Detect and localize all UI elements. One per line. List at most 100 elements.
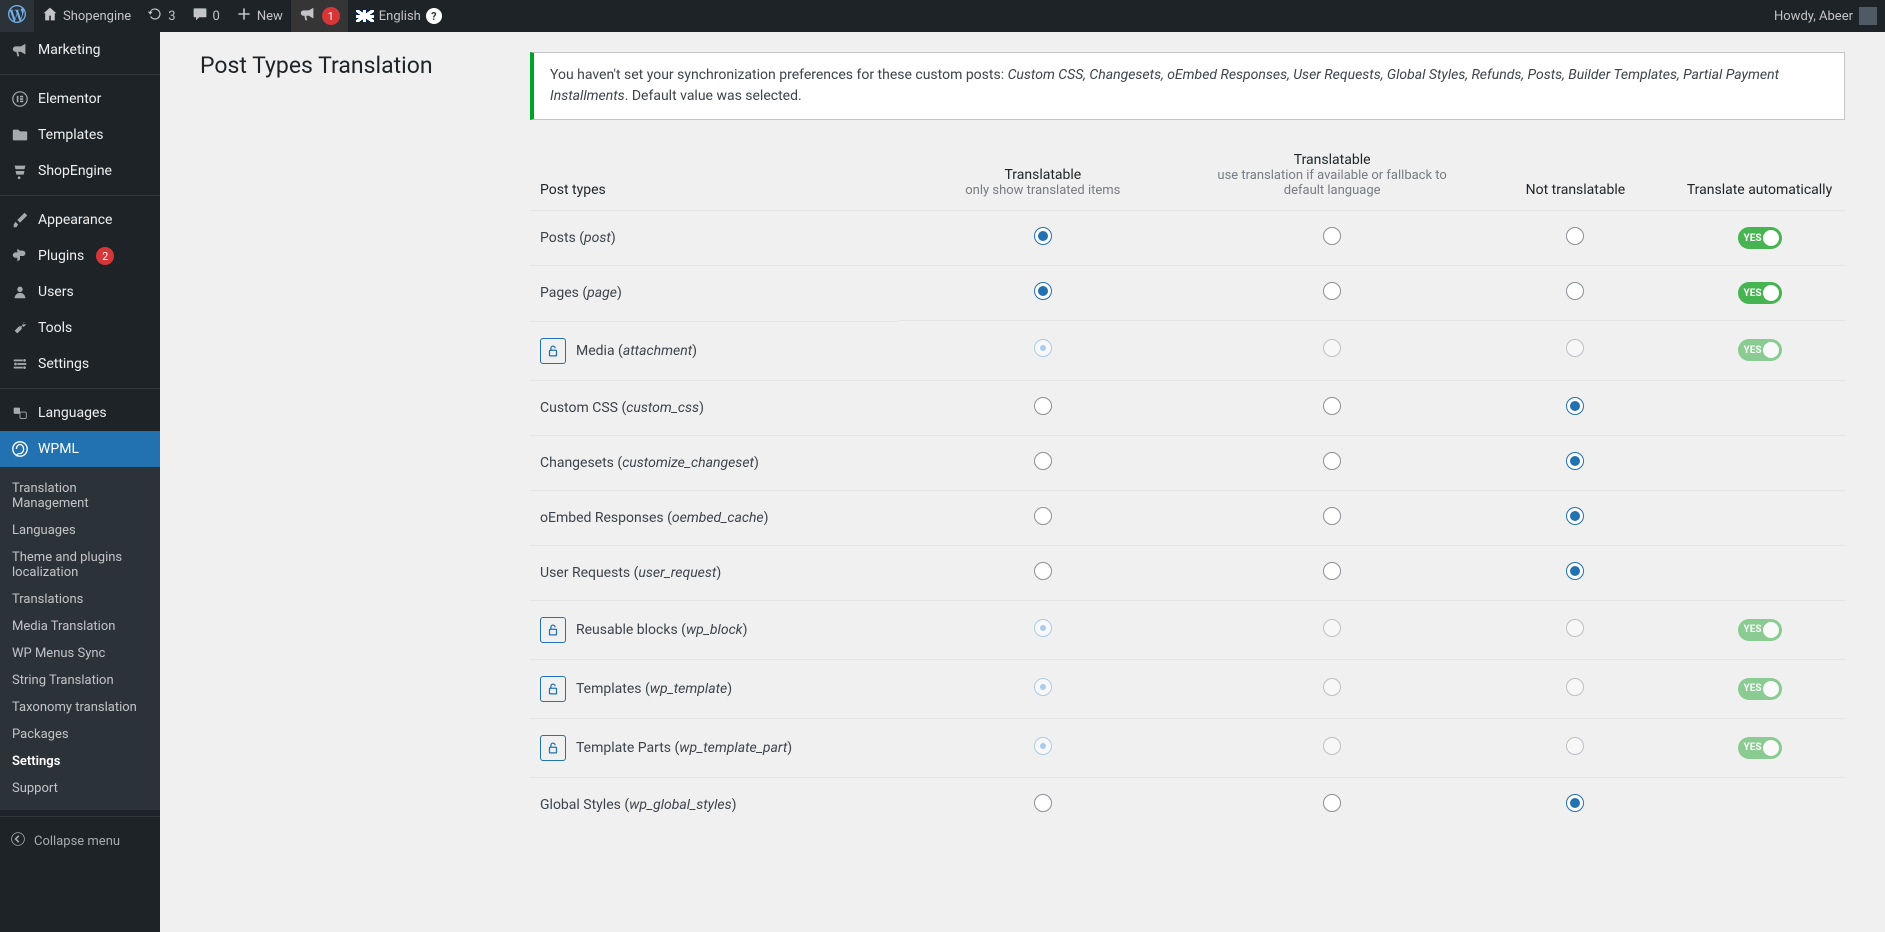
radio-translatable-only[interactable] [1034,452,1052,470]
radio-cell [1477,778,1674,833]
sidebar-item-plugins[interactable]: Plugins 2 [0,238,160,274]
radio-translatable-only[interactable] [1034,507,1052,525]
radio-cell [1187,718,1476,778]
new-content-link[interactable]: New [228,0,291,32]
radio-translatable-fallback[interactable] [1323,562,1341,580]
sidebar-item-shopengine[interactable]: ShopEngine [0,153,160,189]
avatar-icon [1859,7,1877,25]
radio-not-translatable[interactable] [1566,452,1584,470]
translate-auto-toggle: YES [1738,339,1782,361]
sidebar-label: Plugins [38,248,84,264]
radio-cell [1477,321,1674,381]
sidebar-item-tools[interactable]: Tools [0,310,160,346]
tools-icon [10,318,30,338]
notifications-link[interactable]: 1 [291,0,348,32]
sidebar-item-users[interactable]: Users [0,274,160,310]
site-name-link[interactable]: Shopengine [34,0,139,32]
wp-logo[interactable] [0,0,34,32]
translate-auto-toggle[interactable]: YES [1738,282,1782,304]
row-label: Templates (wp_template) [576,681,732,697]
submenu-wp-menus-sync[interactable]: WP Menus Sync [0,640,160,667]
toggle-cell: YES [1674,266,1845,321]
sidebar-item-templates[interactable]: Templates [0,117,160,153]
sidebar-item-elementor[interactable]: Elementor [0,81,160,117]
radio-not-translatable[interactable] [1566,397,1584,415]
radio-not-translatable[interactable] [1566,282,1584,300]
submenu-translation-management[interactable]: Translation Management [0,475,160,517]
radio-translatable-fallback[interactable] [1323,452,1341,470]
brush-icon [10,210,30,230]
translate-auto-toggle: YES [1738,737,1782,759]
plus-icon [236,6,252,26]
updates-link[interactable]: 3 [139,0,183,32]
radio-cell [898,380,1187,435]
radio-translatable-fallback[interactable] [1323,282,1341,300]
radio-translatable-fallback[interactable] [1323,794,1341,812]
toggle-cell [1674,380,1845,435]
submenu-support[interactable]: Support [0,775,160,802]
submenu-packages[interactable]: Packages [0,721,160,748]
radio-translatable-only [1034,339,1052,357]
row-label: Changesets (customize_changeset) [540,455,759,471]
radio-translatable-fallback [1323,339,1341,357]
radio-not-translatable[interactable] [1566,507,1584,525]
radio-translatable-fallback[interactable] [1323,397,1341,415]
submenu-theme-plugins[interactable]: Theme and plugins localization [0,544,160,586]
sidebar-label: Users [38,284,74,300]
row-label-cell: Global Styles (wp_global_styles) [530,778,898,833]
toolbar-account[interactable]: Howdy, Abeer [1774,7,1885,25]
comments-link[interactable]: 0 [184,0,228,32]
sidebar-item-marketing[interactable]: Marketing [0,32,160,68]
lock-icon [540,676,566,702]
shopengine-icon [10,161,30,181]
collapse-menu[interactable]: Collapse menu [0,823,160,859]
table-row: Changesets (customize_changeset) [530,435,1845,490]
row-label-cell: Reusable blocks (wp_block) [530,600,898,659]
toggle-cell: YES [1674,321,1845,381]
radio-not-translatable[interactable] [1566,562,1584,580]
radio-cell [1187,211,1476,266]
sidebar-item-appearance[interactable]: Appearance [0,202,160,238]
megaphone-icon [299,5,317,27]
submenu-settings[interactable]: Settings [0,748,160,775]
plugin-icon [10,246,30,266]
radio-translatable-fallback[interactable] [1323,227,1341,245]
row-label-cell: Changesets (customize_changeset) [530,435,898,490]
toggle-cell: YES [1674,600,1845,659]
radio-translatable-only[interactable] [1034,794,1052,812]
toggle-cell [1674,778,1845,833]
submenu-taxonomy-translation[interactable]: Taxonomy translation [0,694,160,721]
radio-translatable-fallback[interactable] [1323,507,1341,525]
table-row: Template Parts (wp_template_part)YES [530,718,1845,778]
lock-icon [540,338,566,364]
table-row: Global Styles (wp_global_styles) [530,778,1845,833]
submenu-languages[interactable]: Languages [0,517,160,544]
translate-auto-toggle[interactable]: YES [1738,227,1782,249]
sidebar-item-languages[interactable]: Languages [0,395,160,431]
radio-cell [898,266,1187,321]
radio-not-translatable[interactable] [1566,227,1584,245]
sidebar-label: Appearance [38,212,112,228]
radio-translatable-only [1034,619,1052,637]
radio-translatable-only[interactable] [1034,562,1052,580]
language-switcher[interactable]: English ? [348,0,450,32]
radio-translatable-only[interactable] [1034,282,1052,300]
submenu-media-translation[interactable]: Media Translation [0,613,160,640]
sidebar-item-wpml[interactable]: WPML [0,431,160,467]
collapse-label: Collapse menu [34,834,120,849]
site-name: Shopengine [63,9,131,24]
radio-cell [898,659,1187,718]
submenu-translations[interactable]: Translations [0,586,160,613]
submenu-string-translation[interactable]: String Translation [0,667,160,694]
radio-not-translatable [1566,339,1584,357]
radio-not-translatable[interactable] [1566,794,1584,812]
table-row: Custom CSS (custom_css) [530,380,1845,435]
radio-translatable-only[interactable] [1034,397,1052,415]
translate-auto-toggle: YES [1738,678,1782,700]
sidebar-item-settings[interactable]: Settings [0,346,160,382]
radio-translatable-only[interactable] [1034,227,1052,245]
radio-cell [898,490,1187,545]
table-row: Pages (page)YES [530,266,1845,321]
users-icon [10,282,30,302]
radio-cell [1187,435,1476,490]
